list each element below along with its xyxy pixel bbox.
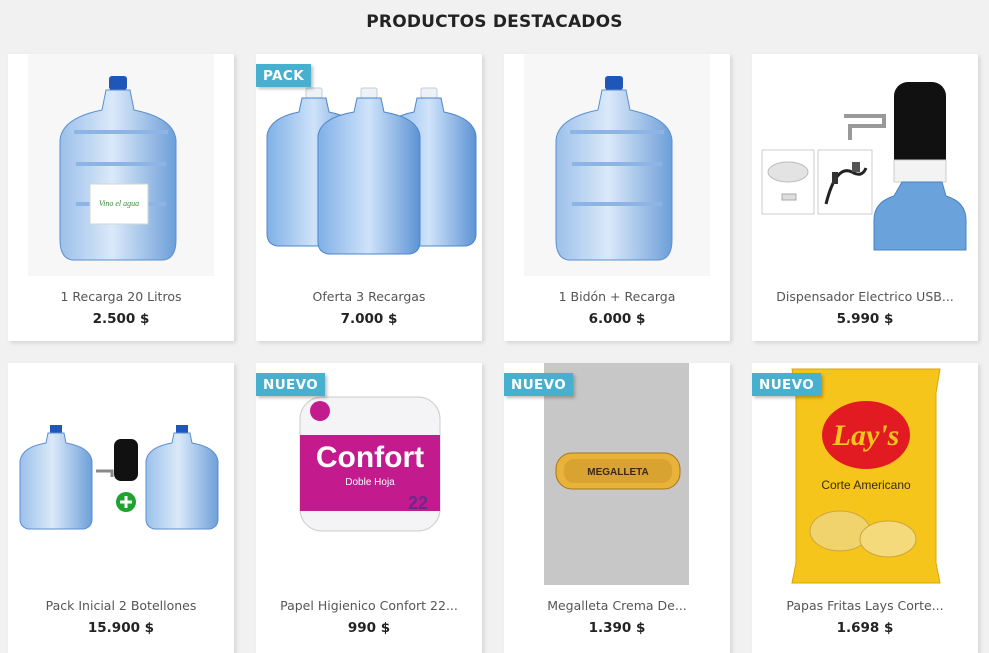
pack-badge: PACK: [256, 64, 312, 87]
product-price: 15.900 $: [87, 620, 155, 636]
product-image[interactable]: Confort Doble Hoja 22 NUEVO: [256, 363, 482, 585]
product-card[interactable]: MEGALLETA NUEVO Megalleta Crema De... 1.…: [504, 363, 730, 653]
cookie-pack-icon: MEGALLETA: [544, 363, 689, 585]
svg-text:MEGALLETA: MEGALLETA: [587, 467, 648, 478]
product-card[interactable]: PACK Oferta 3 Recargas 7.000 $: [256, 54, 482, 341]
two-jugs-plus-dispenser-icon: [19, 425, 219, 530]
nuevo-badge: NUEVO: [752, 373, 822, 396]
product-image[interactable]: Lay's Corte Americano NUEVO: [752, 363, 978, 585]
product-price: 1.698 $: [836, 620, 894, 636]
electric-dispenser-icon: [761, 82, 967, 251]
product-price: 7.000 $: [340, 311, 398, 327]
svg-text:22: 22: [408, 493, 428, 513]
product-card[interactable]: 1 Bidón + Recarga 6.000 $: [504, 54, 730, 341]
product-price: 2.500 $: [92, 311, 150, 327]
product-name[interactable]: Papel Higienico Confort 22...: [256, 598, 482, 613]
product-card[interactable]: Vino el agua 1 Recarga 20 Litros 2.500 $: [8, 54, 234, 341]
svg-text:Vino el agua: Vino el agua: [99, 199, 139, 208]
product-price: 1.390 $: [588, 620, 646, 636]
product-name[interactable]: Papas Fritas Lays Corte...: [752, 598, 978, 613]
water-jug-icon: [524, 54, 710, 276]
svg-text:Lay's: Lay's: [832, 419, 900, 452]
product-price: 5.990 $: [836, 311, 894, 327]
product-price: 990 $: [347, 620, 391, 636]
product-name[interactable]: 1 Bidón + Recarga: [504, 289, 730, 304]
product-image[interactable]: [504, 54, 730, 276]
product-image[interactable]: [752, 54, 978, 276]
nuevo-badge: NUEVO: [504, 373, 574, 396]
product-card[interactable]: Pack Inicial 2 Botellones 15.900 $: [8, 363, 234, 653]
product-image[interactable]: PACK: [256, 54, 482, 276]
svg-text:Confort: Confort: [316, 441, 424, 474]
section-title: PRODUCTOS DESTACADOS: [366, 12, 623, 32]
product-card[interactable]: Lay's Corte Americano NUEVO Papas Fritas…: [752, 363, 978, 653]
three-water-jugs-icon: [266, 87, 477, 255]
product-card[interactable]: Confort Doble Hoja 22 NUEVO Papel Higien…: [256, 363, 482, 653]
chips-bag-icon: Lay's Corte Americano: [791, 368, 941, 584]
product-price: 6.000 $: [588, 311, 646, 327]
product-name[interactable]: Megalleta Crema De...: [504, 598, 730, 613]
product-image[interactable]: MEGALLETA NUEVO: [504, 363, 730, 585]
product-image[interactable]: [8, 363, 234, 585]
toilet-paper-icon: Confort Doble Hoja 22: [299, 396, 441, 532]
product-image[interactable]: Vino el agua: [8, 54, 234, 276]
svg-text:Corte Americano: Corte Americano: [821, 478, 911, 492]
svg-text:Doble Hoja: Doble Hoja: [345, 477, 395, 488]
product-name[interactable]: Pack Inicial 2 Botellones: [8, 598, 234, 613]
nuevo-badge: NUEVO: [256, 373, 326, 396]
water-jug-icon: Vino el agua: [28, 54, 214, 276]
product-name[interactable]: Dispensador Electrico USB...: [752, 289, 978, 304]
product-name[interactable]: Oferta 3 Recargas: [256, 289, 482, 304]
product-card[interactable]: Dispensador Electrico USB... 5.990 $: [752, 54, 978, 341]
product-name[interactable]: 1 Recarga 20 Litros: [8, 289, 234, 304]
